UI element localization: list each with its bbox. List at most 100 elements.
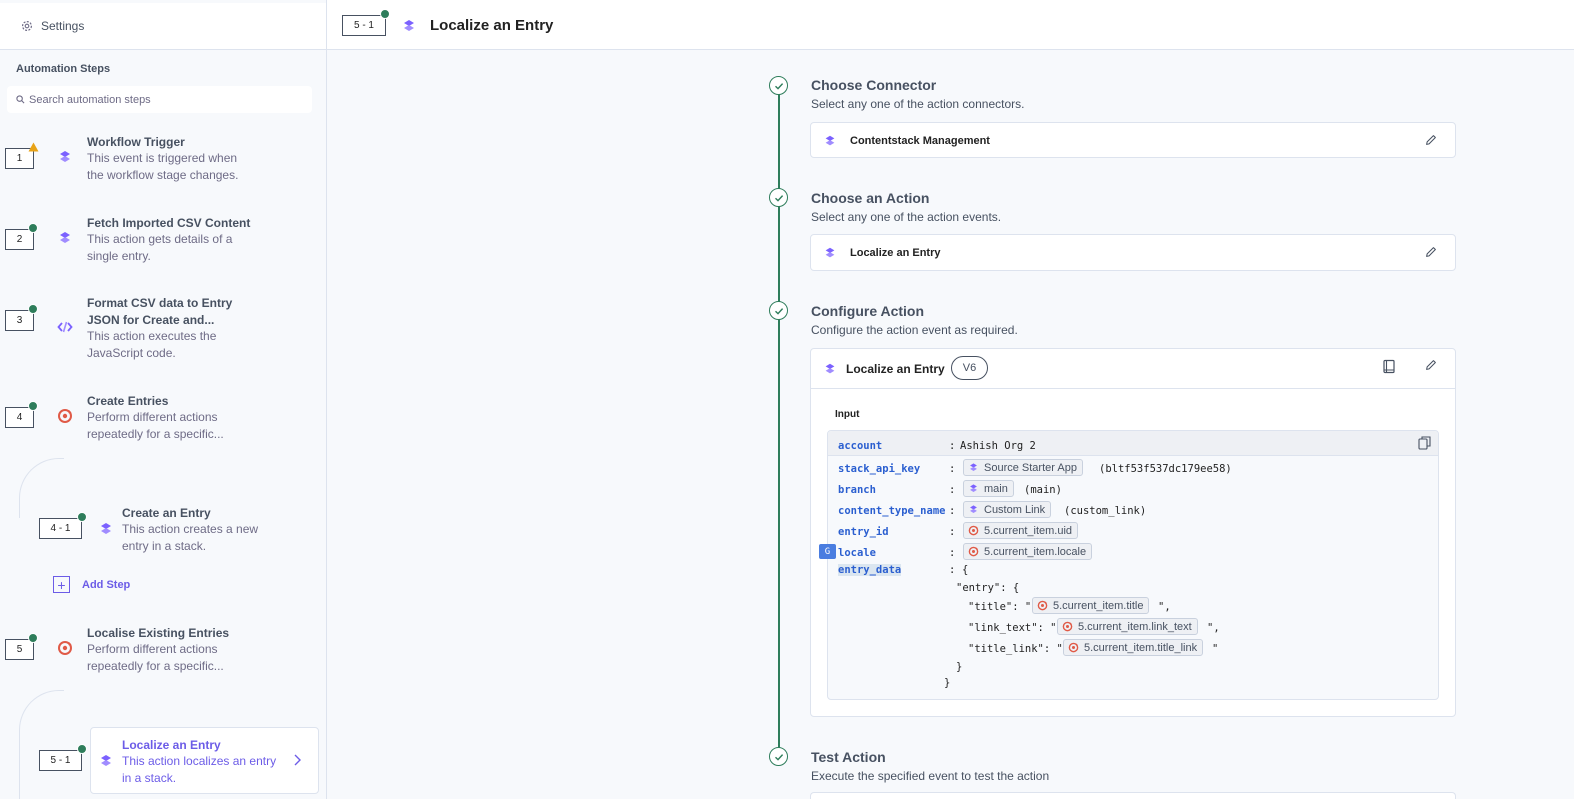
- step-number: 4 - 1: [39, 518, 82, 539]
- section-subtitle-configure: Configure the action event as required.: [811, 323, 1018, 337]
- add-step-button[interactable]: + Add Step: [53, 576, 130, 593]
- value-chip[interactable]: 5.current_item.title_link: [1063, 639, 1204, 656]
- connector-card[interactable]: Contentstack Management: [810, 122, 1456, 158]
- step-description: This action executes the JavaScript code…: [87, 329, 217, 360]
- section-subtitle-connector: Select any one of the action connectors.: [811, 97, 1025, 111]
- success-dot: [77, 512, 87, 522]
- check-icon: [769, 76, 788, 95]
- edit-icon[interactable]: [1424, 133, 1438, 147]
- success-dot: [77, 744, 87, 754]
- code-header: account : Ashish Org 2: [828, 431, 1438, 456]
- repeat-icon: [1062, 621, 1073, 632]
- plus-icon: +: [53, 576, 70, 593]
- section-title-connector: Choose Connector: [811, 77, 937, 93]
- success-dot: [28, 223, 38, 233]
- repeat-icon: [1037, 600, 1048, 611]
- value-chip[interactable]: 5.current_item.link_text: [1057, 618, 1198, 635]
- title-link-key: "title_link": ": [968, 643, 1063, 655]
- chip-label: Custom Link: [984, 503, 1046, 516]
- step-title: Format CSV data to Entry JSON for Create…: [87, 296, 233, 327]
- key-entry-id: entry_id: [838, 526, 889, 538]
- step-description: This action gets details of a single ent…: [87, 232, 233, 263]
- input-label: Input: [835, 409, 860, 420]
- value-chip[interactable]: 5.current_item.uid: [963, 522, 1079, 539]
- chip-label: 5.current_item.link_text: [1078, 620, 1192, 633]
- step-title: Create an Entry: [122, 506, 211, 520]
- colon: :: [949, 564, 956, 576]
- step-title: Workflow Trigger: [87, 135, 185, 149]
- connector-icon: [970, 505, 977, 513]
- step-description: This action localizes an entry in a stac…: [122, 754, 277, 785]
- sidebar: Settings Automation Steps 1 Workflow Tri…: [0, 0, 327, 799]
- step-title: Localise Existing Entries: [87, 626, 230, 640]
- connector-icon: [101, 523, 111, 534]
- colon: :: [949, 484, 956, 496]
- page-title: Localize an Entry: [430, 17, 554, 34]
- chip-label: main: [984, 482, 1008, 495]
- section-title-configure: Configure Action: [811, 303, 925, 319]
- repeat-icon: [968, 525, 979, 536]
- value-chip[interactable]: 5.current_item.locale: [963, 543, 1093, 560]
- test-action-card[interactable]: [810, 792, 1456, 799]
- search-input[interactable]: [29, 93, 299, 106]
- colon: :: [949, 440, 956, 452]
- colon: :: [949, 526, 956, 538]
- gear-icon: [21, 20, 33, 32]
- connector-icon: [825, 247, 835, 258]
- chevron-right-icon: [294, 754, 301, 766]
- connector-icon: [825, 363, 835, 374]
- branch-connector: [19, 690, 64, 799]
- success-dot: [28, 401, 38, 411]
- section-title-test: Test Action: [811, 749, 886, 765]
- brace-open: {: [962, 564, 969, 576]
- section-subtitle-action: Select any one of the action events.: [811, 210, 1002, 224]
- search-box: [7, 86, 312, 113]
- value-chip[interactable]: Custom Link: [963, 501, 1052, 518]
- add-step-label: Add Step: [82, 578, 131, 591]
- success-dot: [28, 633, 38, 643]
- value-chip[interactable]: 5.current_item.title: [1032, 597, 1150, 614]
- colon: :: [949, 505, 956, 517]
- chip-label: Source Starter App: [984, 461, 1077, 474]
- step-title: Fetch Imported CSV Content: [87, 216, 251, 230]
- configure-card-title: Localize an Entry: [846, 362, 945, 376]
- configure-card-header: Localize an Entry V6: [811, 349, 1455, 389]
- title-end: ",: [1158, 601, 1171, 613]
- key-account: account: [838, 440, 883, 452]
- chip-label: 5.current_item.title: [1053, 599, 1144, 612]
- translate-icon[interactable]: G: [819, 544, 836, 559]
- copy-icon[interactable]: [1418, 436, 1431, 450]
- title-link-end: ": [1212, 643, 1219, 655]
- entry-open: "entry": {: [956, 582, 1020, 594]
- header-step-number: 5 - 1: [342, 15, 386, 36]
- colon: :: [949, 463, 956, 475]
- repeat-icon: [968, 546, 979, 557]
- action-card[interactable]: Localize an Entry: [810, 234, 1456, 271]
- value-chip[interactable]: main: [963, 480, 1014, 497]
- key-stack-api-key: stack_api_key: [838, 463, 921, 475]
- step-title: Create Entries: [87, 394, 169, 408]
- version-badge: V6: [951, 356, 988, 380]
- settings-label: Settings: [41, 19, 85, 33]
- repeat-icon: [58, 409, 73, 423]
- value-suffix: (main): [1024, 484, 1062, 496]
- colon: :: [949, 547, 956, 559]
- chip-label: 5.current_item.locale: [984, 545, 1087, 558]
- value-chip[interactable]: Source Starter App: [963, 459, 1083, 476]
- edit-icon[interactable]: [1424, 245, 1438, 259]
- entry-close: }: [956, 661, 963, 673]
- book-icon[interactable]: [1382, 359, 1396, 374]
- link-text-end: ",: [1207, 622, 1220, 634]
- settings-button[interactable]: Settings: [0, 3, 326, 50]
- input-code-block: account : Ashish Org 2 stack_api_key : S…: [819, 430, 1439, 700]
- key-branch: branch: [838, 484, 876, 496]
- search-icon: [16, 95, 25, 104]
- step-description: This action creates a new entry in a sta…: [122, 522, 259, 553]
- step-title: Localize an Entry: [122, 738, 221, 752]
- connector-icon: [60, 151, 70, 162]
- edit-icon[interactable]: [1424, 358, 1438, 372]
- step-description: Perform different actions repeatedly for…: [87, 410, 224, 441]
- value-suffix: (bltf53f537dc179ee58): [1099, 463, 1232, 475]
- action-name: Localize an Entry: [850, 247, 941, 259]
- chip-label: 5.current_item.uid: [984, 524, 1073, 537]
